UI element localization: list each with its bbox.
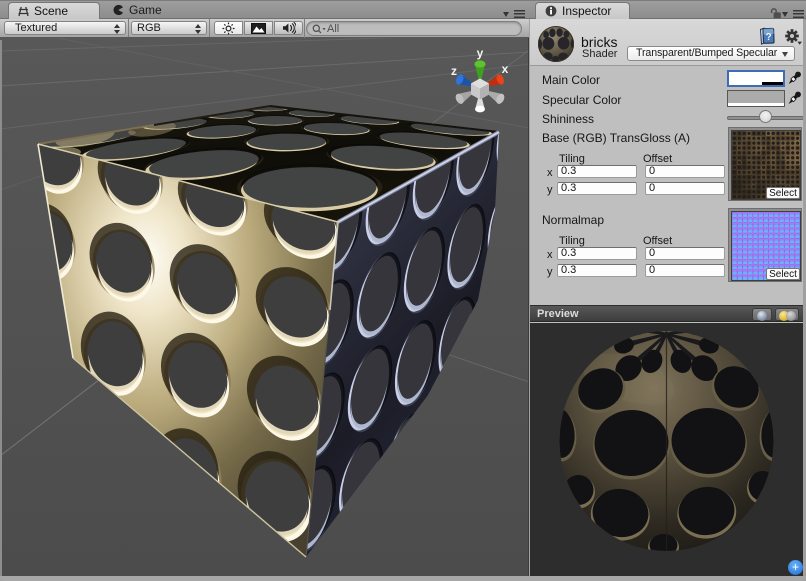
svg-text:z: z [451,64,457,78]
svg-text:y: y [477,46,484,60]
svg-text:?: ? [766,32,772,43]
svg-text:x: x [502,62,509,76]
